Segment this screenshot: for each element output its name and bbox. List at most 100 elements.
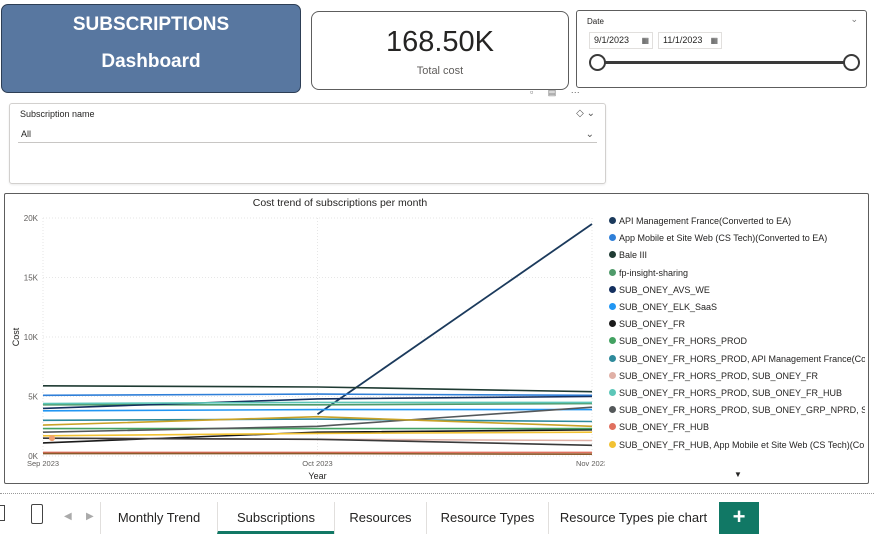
- series-line[interactable]: [42, 437, 593, 447]
- legend-label: fp-insight-sharing: [619, 267, 689, 278]
- y-tick-label: 15K: [24, 274, 39, 283]
- legend-label: SUB_ONEY_FR_HORS_PROD, SUB_ONEY_FR: [619, 370, 819, 381]
- y-tick-label: 10K: [24, 333, 39, 342]
- x-tick-label: Sep 2023: [27, 459, 59, 468]
- legend-item[interactable]: SUB_ONEY_FR_HUB, App Mobile et Site Web …: [609, 439, 865, 453]
- page-tab-bar: ◀ ▶ Monthly Trend Subscriptions Resources R…: [0, 493, 874, 538]
- series-point[interactable]: [49, 435, 55, 442]
- chevron-down-icon[interactable]: ⌄: [586, 126, 594, 143]
- legend-label: App Mobile et Site Web (CS Tech)(Convert…: [619, 233, 828, 244]
- tab-resource-types[interactable]: Resource Types: [426, 502, 548, 534]
- visual-header-icons[interactable]: ▫ ▤ ⋯: [530, 87, 586, 98]
- eraser-icon[interactable]: ◇: [576, 108, 584, 119]
- tab-resource-types-pie-chart[interactable]: Resource Types pie chart: [548, 502, 718, 534]
- x-tick-label: Oct 2023: [302, 459, 332, 468]
- tab-monthly-trend[interactable]: Monthly Trend: [100, 502, 217, 534]
- series-line[interactable]: [316, 223, 593, 416]
- legend-label: SUB_ONEY_AVS_WE: [619, 284, 710, 295]
- end-date-value: 11/1/2023: [663, 35, 703, 45]
- slicer-header-icons: ◇ ⌄: [576, 108, 595, 119]
- mobile-view-icon[interactable]: [31, 504, 43, 524]
- legend-label: SUB_ONEY_ELK_SaaS: [619, 302, 718, 312]
- legend-label: SUB_ONEY_FR_HORS_PROD: [619, 336, 748, 347]
- total-cost-card: 168.50K Total cost: [311, 11, 569, 90]
- desktop-view-icon[interactable]: [0, 505, 5, 521]
- legend-item[interactable]: SUB_ONEY_FR: [609, 318, 865, 332]
- subscription-slicer-label: Subscription name: [20, 109, 95, 119]
- legend-label: SUB_ONEY_FR_HORS_PROD, SUB_ONEY_GRP_NPRD…: [619, 405, 865, 416]
- cost-trend-chart-svg: Cost trend of subscriptions per month0K5…: [11, 197, 605, 481]
- tab-resources[interactable]: Resources: [334, 502, 426, 534]
- legend-item[interactable]: SUB_ONEY_FR_HORS_PROD: [609, 335, 865, 349]
- calendar-icon[interactable]: ▦: [710, 33, 718, 48]
- subscription-dropdown-value: All: [21, 129, 32, 139]
- legend-item[interactable]: fp-insight-sharing: [609, 267, 865, 281]
- date-range-start-handle[interactable]: [589, 54, 606, 71]
- legend-label: API Management France(Converted to EA): [619, 216, 792, 226]
- legend-marker: [609, 268, 616, 276]
- legend-item[interactable]: SUB_ONEY_AVS_WE: [609, 284, 865, 298]
- add-page-button[interactable]: +: [719, 502, 759, 534]
- legend-item[interactable]: App Mobile et Site Web (CS Tech)(Convert…: [609, 232, 865, 246]
- legend-item[interactable]: SUB_ONEY_FR_HORS_PROD, SUB_ONEY_FR_HUB: [609, 387, 865, 401]
- total-cost-caption: Total cost: [416, 65, 464, 77]
- next-page-icon[interactable]: ▶: [86, 511, 94, 522]
- y-tick-label: 5K: [28, 393, 38, 402]
- legend-marker: [609, 354, 616, 362]
- dashboard-title: SUBSCRIPTIONS: [72, 14, 230, 35]
- legend-item[interactable]: SUB_ONEY_FR_HORS_PROD, API Management Fr…: [609, 353, 865, 367]
- subscription-dropdown[interactable]: All ⌄: [18, 126, 597, 143]
- legend-item[interactable]: SUB_ONEY_FR_HUB: [609, 421, 865, 435]
- legend-marker: [609, 320, 616, 328]
- legend-label: Bale III: [619, 250, 648, 261]
- legend-item[interactable]: API Management France(Converted to EA): [609, 215, 865, 229]
- legend-marker: [609, 440, 616, 448]
- start-date-input[interactable]: 9/1/2023 ▦: [589, 32, 653, 49]
- calendar-icon[interactable]: ▦: [641, 33, 649, 48]
- legend-marker: [609, 303, 616, 310]
- legend-marker: [609, 371, 616, 379]
- tab-subscriptions[interactable]: Subscriptions: [217, 502, 334, 534]
- dashboard-subtitle: Dashboard: [101, 51, 201, 72]
- end-date-input[interactable]: 11/1/2023 ▦: [658, 32, 722, 49]
- chart-title: Cost trend of subscriptions per month: [253, 197, 428, 209]
- legend-marker: [609, 217, 616, 224]
- chevron-down-icon[interactable]: ⌄: [587, 108, 595, 119]
- legend-marker: [609, 406, 616, 414]
- series-line[interactable]: [42, 385, 593, 393]
- dashboard-title-tile: SUBSCRIPTIONS Dashboard: [1, 4, 301, 93]
- series-line[interactable]: [43, 452, 593, 455]
- legend-label: SUB_ONEY_FR_HORS_PROD, SUB_ONEY_FR_HUB: [619, 388, 843, 398]
- subscription-slicer: Subscription name ◇ ⌄ All ⌄: [9, 103, 606, 184]
- date-range-track[interactable]: [597, 61, 852, 64]
- legend-item[interactable]: SUB_ONEY_FR_HORS_PROD, SUB_ONEY_GRP_NPRD…: [609, 404, 865, 418]
- legend-marker: [609, 389, 616, 396]
- series-line[interactable]: [42, 431, 593, 437]
- date-slicer-label: Date: [587, 17, 604, 26]
- date-slicer: Date ⌄ 9/1/2023 ▦ 11/1/2023 ▦: [576, 10, 867, 88]
- legend-marker: [609, 234, 616, 242]
- date-range-end-handle[interactable]: [843, 54, 860, 71]
- legend-marker: [609, 251, 616, 259]
- cost-trend-chart: Cost trend of subscriptions per month 0K 5…: [4, 193, 869, 484]
- legend-item[interactable]: Bale III: [609, 249, 865, 263]
- start-date-value: 9/1/2023: [594, 35, 630, 45]
- legend-label: SUB_ONEY_FR_HUB, App Mobile et Site Web …: [619, 439, 865, 450]
- legend-label: SUB_ONEY_FR_HORS_PROD, API Management Fr…: [619, 353, 865, 364]
- x-axis-label: Year: [308, 471, 326, 481]
- legend-item[interactable]: SUB_ONEY_ELK_SaaS: [609, 301, 865, 315]
- legend-marker: [609, 423, 616, 431]
- total-cost-value: 168.50K: [385, 26, 495, 58]
- legend-marker: [609, 337, 616, 345]
- legend-item[interactable]: SUB_ONEY_FR_HORS_PROD, SUB_ONEY_FR: [609, 370, 865, 384]
- legend-label: SUB_ONEY_FR_HUB: [619, 422, 710, 433]
- previous-page-icon[interactable]: ◀: [64, 511, 72, 522]
- legend-scroll-down-icon[interactable]: ▼: [734, 470, 742, 479]
- legend-label: SUB_ONEY_FR: [619, 319, 686, 330]
- x-tick-label: Nov 2023: [576, 459, 605, 468]
- y-tick-label: 20K: [24, 214, 39, 223]
- series-line[interactable]: [42, 418, 593, 423]
- y-axis-label: Cost: [11, 327, 21, 346]
- chevron-down-icon[interactable]: ⌄: [850, 14, 858, 25]
- legend-marker: [609, 285, 616, 293]
